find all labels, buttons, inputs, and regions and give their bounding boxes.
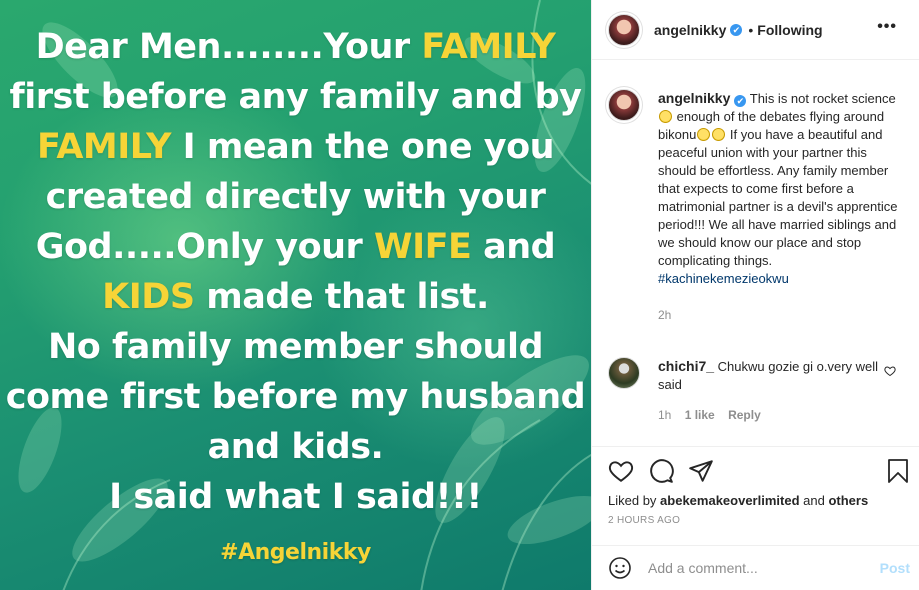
comment-time[interactable]: 1h: [658, 408, 671, 422]
liked-by-others-link[interactable]: others: [828, 493, 868, 508]
post-line-segment: No family member should: [47, 327, 544, 367]
separator-dot: •: [748, 21, 754, 38]
author-username[interactable]: angelnikky: [654, 22, 726, 38]
caption-item: angelnikky ✔ This is not rocket science e…: [608, 89, 908, 324]
comment-likes-link[interactable]: 1 like: [685, 408, 715, 422]
liked-by-prefix: Liked by: [608, 493, 661, 508]
post-image-hashtag: #Angelnikky: [220, 540, 371, 565]
post-line-segment: I mean the one you: [170, 127, 555, 167]
post-sidebar: angelnikky ✔ • Following ••• angelnikky ✔…: [591, 0, 919, 590]
author-avatar[interactable]: [608, 13, 640, 46]
post-line: No family member should: [0, 322, 591, 372]
caption-part: This is not rocket science: [749, 91, 896, 106]
reply-button[interactable]: Reply: [728, 408, 761, 422]
caption-part: If you have a beautiful and peaceful uni…: [658, 127, 898, 268]
post-line: first before any family and by: [0, 72, 591, 122]
post-timestamp[interactable]: 2 HOURS AGO: [592, 515, 919, 526]
caption-username[interactable]: angelnikky: [658, 90, 730, 106]
caption-time[interactable]: 2h: [658, 306, 908, 324]
post-line: God.....Only your WIFE and: [0, 222, 591, 272]
liked-by-and: and: [799, 493, 829, 508]
add-comment-bar: Add a comment... Post: [592, 545, 919, 590]
liked-by-summary: Liked by abekemakeoverlimited and others: [592, 493, 919, 508]
comment-like-heart-icon[interactable]: [884, 365, 896, 377]
caption-text: angelnikky ✔ This is not rocket science e…: [658, 89, 908, 324]
emoji-icon: [712, 128, 726, 141]
comments-section[interactable]: angelnikky ✔ This is not rocket science e…: [592, 61, 919, 445]
post-line: Dear Men........Your FAMILY: [0, 22, 591, 72]
post-image[interactable]: Dear Men........Your FAMILY first before…: [0, 0, 591, 590]
comment-body: chichi7_ Chukwu gozie gi o.very well sai…: [658, 357, 888, 424]
following-button[interactable]: Following: [757, 22, 822, 38]
emoji-icon: [697, 128, 711, 141]
post-line: come first before my husband: [0, 372, 591, 422]
post-line-highlight: FAMILY: [36, 127, 172, 167]
save-bookmark-icon[interactable]: [886, 458, 910, 484]
post-line-highlight: FAMILY: [421, 27, 556, 67]
post-line-segment: God.....Only your: [35, 227, 374, 267]
post-image-text: Dear Men........Your FAMILY first before…: [0, 22, 591, 568]
liked-by-user-link[interactable]: abekemakeoverlimited: [660, 493, 799, 508]
post-comment-button[interactable]: Post: [880, 560, 910, 576]
comment-bubble-icon[interactable]: [648, 458, 674, 484]
commenter-username[interactable]: chichi7_: [658, 358, 714, 374]
caption-hashtag-link[interactable]: #kachinekemezieokwu: [658, 271, 789, 286]
post-actions: Liked by abekemakeoverlimited and others…: [592, 446, 919, 526]
action-icon-row: [592, 447, 919, 495]
post-line-segment: Dear Men........Your: [35, 27, 422, 67]
verified-badge-icon: ✔: [730, 23, 743, 36]
post-line: created directly with your: [0, 172, 591, 222]
verified-badge-icon: ✔: [734, 95, 747, 107]
post-line-highlight: WIFE: [373, 227, 472, 267]
commenter-avatar[interactable]: [608, 357, 640, 389]
emoji-icon: [659, 110, 672, 123]
caption-author-avatar[interactable]: [608, 89, 640, 121]
post-line-segment: created directly with your: [45, 177, 546, 217]
more-options-icon[interactable]: •••: [877, 18, 897, 36]
post-line: KIDS made that list.: [0, 272, 591, 322]
comment-meta: 1h 1 like Reply: [658, 406, 888, 424]
post-line-segment: made that list.: [194, 277, 489, 317]
post-header: angelnikky ✔ • Following •••: [592, 0, 919, 60]
comment-item: chichi7_ Chukwu gozie gi o.very well sai…: [608, 357, 908, 424]
post-line-segment: and: [471, 227, 556, 267]
post-line-segment: I said what I said!!!: [109, 477, 482, 517]
post-line-segment: first before any family and by: [9, 77, 582, 117]
share-direct-icon[interactable]: [688, 458, 714, 484]
post-line-segment: and kids.: [207, 427, 384, 467]
post-line: I said what I said!!!: [0, 472, 591, 522]
post-line-highlight: KIDS: [102, 277, 195, 317]
post-line: and kids.: [0, 422, 591, 472]
emoji-picker-icon[interactable]: [608, 556, 632, 580]
post-line-segment: come first before my husband: [5, 377, 586, 417]
like-heart-icon[interactable]: [608, 458, 634, 484]
add-comment-input[interactable]: Add a comment...: [648, 560, 880, 576]
post-line: FAMILY I mean the one you: [0, 122, 591, 172]
